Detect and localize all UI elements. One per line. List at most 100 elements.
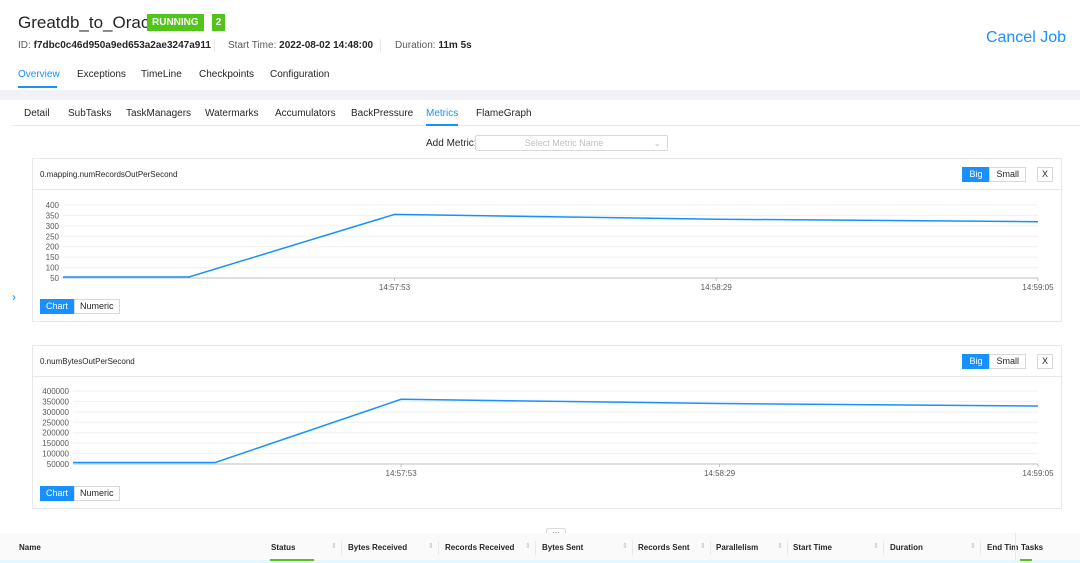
sub-tab-metrics[interactable]: Metrics [426,108,458,119]
chart-view-button[interactable]: Chart [40,486,75,501]
tab-overview[interactable]: Overview [18,69,60,80]
y-tick-label: 400 [46,201,60,210]
job-id-value: f7dbc0c46d950a9ed653a2ae3247a911 [33,40,211,51]
column-divider [883,541,884,555]
sort-icon[interactable]: ⇕ [970,542,976,550]
meta-divider [380,39,381,52]
metric-chart-card: 0.mapping.numRecordsOutPerSecond Big Sma… [32,158,1062,322]
x-tick-label: 14:58:29 [701,283,733,292]
y-tick-label: 150000 [42,439,69,448]
sort-icon[interactable]: ⇕ [525,542,531,550]
y-tick-label: 50 [50,274,59,283]
x-tick-label: 14:59:05 [1022,469,1054,478]
col-status: Status [271,543,296,552]
sub-tab-taskmanagers[interactable]: TaskManagers [126,108,191,119]
col-parallelism: Parallelism [716,543,759,552]
sub-tab-watermarks[interactable]: Watermarks [205,108,259,119]
status-indicator [270,559,314,561]
x-tick-label: 14:57:53 [386,469,418,478]
tab-exceptions[interactable]: Exceptions [77,69,126,80]
sub-tab-subtasks[interactable]: SubTasks [68,108,111,119]
y-tick-label: 400000 [42,387,69,396]
job-header: Greatdb_to_Oracle RUNNING 2 ID: f7dbc0c4… [0,0,1080,90]
line-chart: 400350 300250 200150 10050 14:57:53 14:58:29 1… [46,201,1054,292]
y-tick-label: 200000 [42,429,69,438]
col-end-time: End Tim [987,543,1019,552]
series-line [73,398,1039,464]
table-header: Name Status ⇕ Bytes Received ⇕ Records R… [0,533,1080,561]
tab-checkpoints[interactable]: Checkpoints [199,69,254,80]
sort-icon[interactable]: ⇕ [331,542,337,550]
sort-icon[interactable]: ⇕ [622,542,628,550]
sort-icon[interactable]: ⇕ [873,542,879,550]
y-tick-label: 350 [46,211,60,220]
view-toggle: Chart Numeric [40,486,120,501]
col-records-received: Records Received [445,543,515,552]
y-tick-label: 100 [46,264,60,273]
column-divider [980,541,981,555]
chart-view-button[interactable]: Chart [40,299,75,314]
y-tick-label: 350000 [42,397,69,406]
status-count-badge: 2 [212,14,225,31]
section-separator [0,90,1080,100]
chevron-down-icon: ⌄ [653,138,661,148]
tab-configuration[interactable]: Configuration [270,69,329,80]
column-divider [341,541,342,555]
col-tasks: Tasks [1021,543,1044,552]
col-name: Name [19,543,41,552]
meta-divider [214,39,215,52]
x-tick-label: 14:59:05 [1022,283,1054,292]
x-tick-label: 14:57:53 [379,283,411,292]
y-tick-label: 250000 [42,418,69,427]
status-badge: RUNNING [147,14,204,31]
sort-icon[interactable]: ⇕ [428,542,434,550]
active-tab-indicator [18,86,57,88]
y-tick-label: 50000 [47,460,70,469]
numeric-view-button[interactable]: Numeric [74,299,120,314]
metric-chart-card: 0.numBytesOutPerSecond Big Small X 40000… [32,345,1062,509]
start-time-value: 2022-08-02 14:48:00 [279,40,374,51]
col-duration: Duration [890,543,923,552]
y-tick-label: 150 [46,253,60,262]
metric-select[interactable]: Select Metric Name ⌄ [475,135,668,151]
column-divider [1015,533,1016,561]
col-records-sent: Records Sent [638,543,690,552]
y-tick-label: 300000 [42,408,69,417]
metric-select-placeholder: Select Metric Name [524,138,604,148]
column-divider [710,541,711,555]
vertex-table: ... Name Status ⇕ Bytes Received ⇕ Recor… [0,527,1080,563]
sub-tab-backpressure[interactable]: BackPressure [351,108,413,119]
chevron-right-icon[interactable]: › [12,290,24,310]
view-toggle: Chart Numeric [40,299,120,314]
sub-tab-accumulators[interactable]: Accumulators [275,108,336,119]
job-id: ID: f7dbc0c46d950a9ed653a2ae3247a911 [18,40,211,51]
y-tick-label: 200 [46,243,60,252]
sort-icon[interactable]: ⇕ [777,542,783,550]
numeric-view-button[interactable]: Numeric [74,486,120,501]
active-sub-tab-indicator [426,124,458,126]
cancel-job-button[interactable]: Cancel Job [986,29,1066,47]
sub-tabs: Detail SubTasks TaskManagers Watermarks … [12,100,1080,126]
add-metric-label: Add Metric: [426,138,477,149]
column-divider [535,541,536,555]
sort-icon[interactable]: ⇕ [700,542,706,550]
top-tabs: Overview Exceptions TimeLine Checkpoints… [0,62,1080,90]
y-tick-label: 100000 [42,450,69,459]
job-title: Greatdb_to_Oracle [18,13,163,32]
sub-tab-flamegraph[interactable]: FlameGraph [476,108,532,119]
job-duration: Duration: 11m 5s [395,40,472,51]
job-start-time: Start Time: 2022-08-02 14:48:00 [228,40,373,51]
col-bytes-sent: Bytes Sent [542,543,584,552]
start-time-label: Start Time: [228,40,277,51]
duration-label: Duration: [395,40,436,51]
tasks-indicator [1020,559,1032,561]
col-bytes-received: Bytes Received [348,543,408,552]
column-divider [632,541,633,555]
column-divider [787,541,788,555]
line-chart: 400000350000 300000250000 200000150000 1000… [42,387,1054,478]
tab-timeline[interactable]: TimeLine [141,69,182,80]
job-id-label: ID: [18,40,31,51]
column-divider [438,541,439,555]
col-start-time: Start Time [793,543,832,552]
sub-tab-detail[interactable]: Detail [24,108,50,119]
